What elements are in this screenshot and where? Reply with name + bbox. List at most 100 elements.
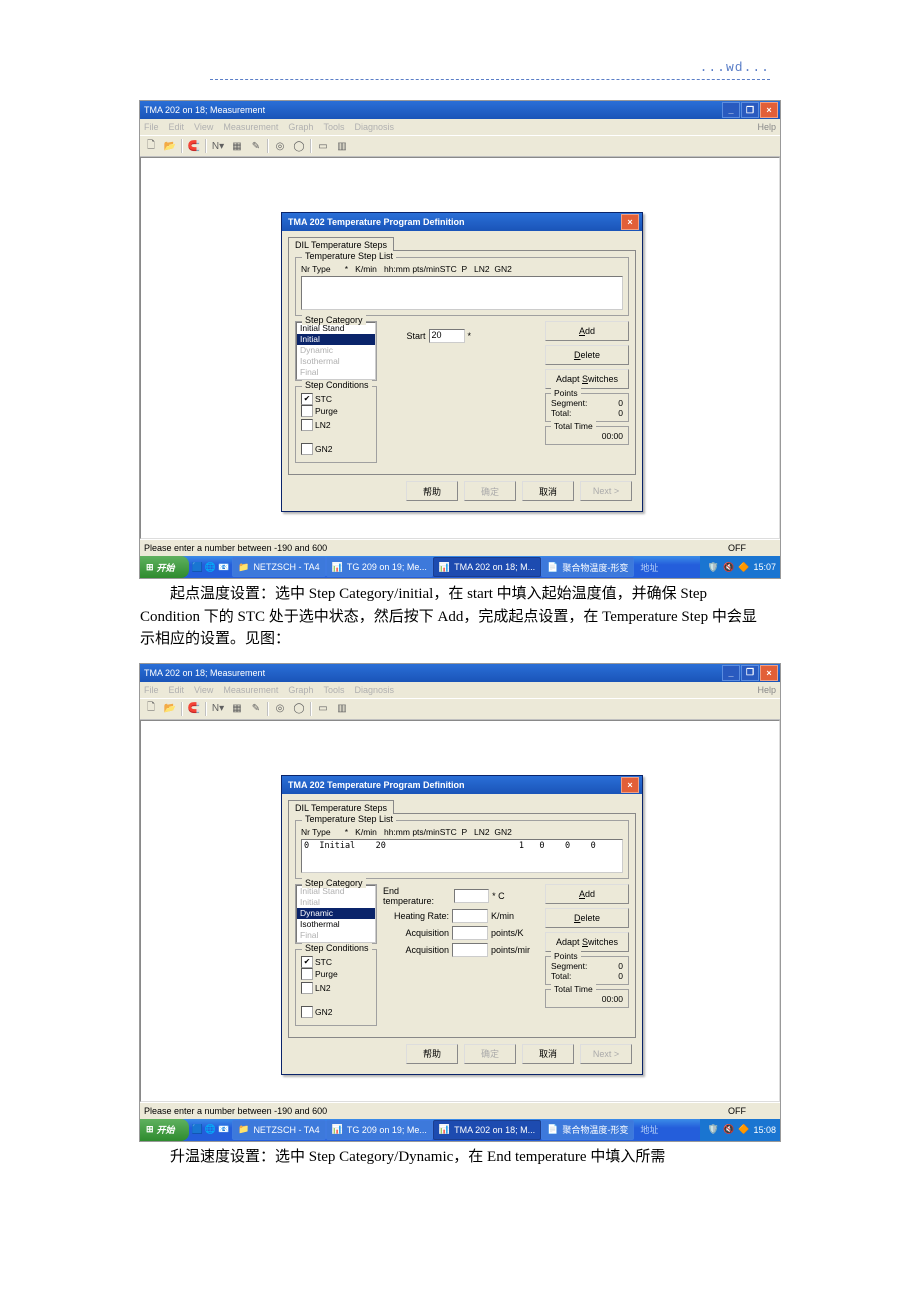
stop-icon[interactable]: ◯	[290, 137, 308, 155]
menu-diagnosis[interactable]: Diagnosis	[354, 685, 394, 695]
edit-icon[interactable]: ✎	[247, 700, 265, 718]
open-icon[interactable]: 📂	[161, 700, 179, 718]
view1-icon[interactable]: ▭	[314, 700, 332, 718]
start-input[interactable]: 20	[429, 329, 465, 343]
new-icon[interactable]: 🗋	[142, 700, 160, 718]
cat-initial[interactable]: Initial	[297, 334, 375, 345]
tray-icon[interactable]: 🛡️	[708, 562, 719, 573]
tray-icon[interactable]: 🔇	[723, 562, 734, 573]
minimize-icon[interactable]: _	[722, 665, 740, 681]
cancel-button[interactable]: 取消	[522, 1044, 574, 1064]
open-icon[interactable]: 📂	[161, 137, 179, 155]
menu-view[interactable]: View	[194, 685, 213, 695]
start-button[interactable]: ⊞ 开始	[140, 556, 189, 578]
menu-tools[interactable]: Tools	[323, 685, 344, 695]
tray-icon[interactable]: 🔶	[738, 1124, 749, 1135]
ok-button[interactable]: 确定	[464, 481, 516, 501]
task-item[interactable]: 📁NETZSCH - TA4	[232, 557, 325, 577]
ql-icon[interactable]: 📧	[218, 1124, 229, 1135]
adapt-switches-button[interactable]: Adapt Switches	[545, 932, 629, 952]
gn2-checkbox[interactable]: GN2	[301, 443, 332, 455]
cat-dynamic[interactable]: Dynamic	[297, 908, 375, 919]
edit-icon[interactable]: ✎	[247, 137, 265, 155]
next-button[interactable]: Next >	[580, 481, 632, 501]
step-list[interactable]	[301, 276, 623, 310]
menu-file[interactable]: File	[144, 122, 159, 132]
task-item[interactable]: 📄聚合物温度-形变	[541, 1120, 634, 1140]
ln2-checkbox[interactable]: LN2	[301, 982, 331, 994]
task-item[interactable]: 📊TMA 202 on 18; M...	[433, 1120, 541, 1140]
step-category-list[interactable]: Initial Stand Initial Dynamic Isothermal…	[296, 322, 376, 380]
tab-dil-steps[interactable]: DIL Temperature Steps	[288, 237, 394, 251]
stc-checkbox[interactable]: ✔STC	[301, 956, 332, 968]
cat-final[interactable]: Final	[297, 930, 375, 941]
menu-tools[interactable]: Tools	[323, 122, 344, 132]
stc-checkbox[interactable]: ✔STC	[301, 393, 332, 405]
menu-view[interactable]: View	[194, 122, 213, 132]
ok-button[interactable]: 确定	[464, 1044, 516, 1064]
menu-measurement[interactable]: Measurement	[223, 122, 278, 132]
menu-graph[interactable]: Graph	[288, 685, 313, 695]
help-button[interactable]: 帮助	[406, 481, 458, 501]
acq-min-input[interactable]	[452, 943, 488, 957]
menu-help[interactable]: Help	[757, 122, 776, 132]
heating-rate-input[interactable]	[452, 909, 488, 923]
tool-icon[interactable]: 🧲	[185, 137, 203, 155]
next-button[interactable]: Next >	[580, 1044, 632, 1064]
dialog-close-icon[interactable]: ×	[621, 214, 639, 230]
tool-icon[interactable]: 🧲	[185, 700, 203, 718]
stop-icon[interactable]: ◯	[290, 700, 308, 718]
step-list[interactable]: 0 Initial 20 1 0 0 0	[301, 839, 623, 873]
menu-graph[interactable]: Graph	[288, 122, 313, 132]
menu-measurement[interactable]: Measurement	[223, 685, 278, 695]
purge-checkbox[interactable]: Purge	[301, 968, 338, 980]
ln2-checkbox[interactable]: LN2	[301, 419, 331, 431]
ql-icon[interactable]: 🟦	[192, 562, 203, 573]
target-icon[interactable]: ◎	[271, 700, 289, 718]
add-button[interactable]: Add	[545, 321, 629, 341]
cat-isothermal[interactable]: Isothermal	[297, 356, 375, 367]
menu-diagnosis[interactable]: Diagnosis	[354, 122, 394, 132]
task-item[interactable]: 📄聚合物温度-形变	[541, 557, 634, 577]
maximize-icon[interactable]: ❐	[741, 665, 759, 681]
start-button[interactable]: ⊞ 开始	[140, 1119, 189, 1141]
cat-dynamic[interactable]: Dynamic	[297, 345, 375, 356]
menu-edit[interactable]: Edit	[169, 685, 185, 695]
task-item[interactable]: 📊TMA 202 on 18; M...	[433, 557, 541, 577]
target-icon[interactable]: ◎	[271, 137, 289, 155]
task-item[interactable]: 📊TG 209 on 19; Me...	[326, 557, 433, 577]
tray-icon[interactable]: 🔇	[723, 1124, 734, 1135]
end-temp-input[interactable]	[454, 889, 489, 903]
system-tray[interactable]: 🛡️ 🔇 🔶 15:08	[700, 1119, 780, 1141]
cat-initial[interactable]: Initial	[297, 897, 375, 908]
view1-icon[interactable]: ▭	[314, 137, 332, 155]
purge-checkbox[interactable]: Purge	[301, 405, 338, 417]
system-tray[interactable]: 🛡️ 🔇 🔶 15:07	[700, 556, 780, 578]
delete-button[interactable]: Delete	[545, 908, 629, 928]
tray-icon[interactable]: 🔶	[738, 562, 749, 573]
task-item[interactable]: 📁NETZSCH - TA4	[232, 1120, 325, 1140]
close-icon[interactable]: ×	[760, 665, 778, 681]
ql-icon[interactable]: 🌐	[205, 562, 216, 573]
tab-dil-steps[interactable]: DIL Temperature Steps	[288, 800, 394, 814]
gn2-checkbox[interactable]: GN2	[301, 1006, 332, 1018]
ql-icon[interactable]: 🟦	[192, 1124, 203, 1135]
tray-icon[interactable]: 🛡️	[708, 1124, 719, 1135]
adapt-switches-button[interactable]: Adapt Switches	[545, 369, 629, 389]
ql-icon[interactable]: 🌐	[205, 1124, 216, 1135]
help-button[interactable]: 帮助	[406, 1044, 458, 1064]
cat-final[interactable]: Final	[297, 367, 375, 378]
menu-help[interactable]: Help	[757, 685, 776, 695]
nav-icon[interactable]: N▾	[209, 700, 227, 718]
ql-icon[interactable]: 📧	[218, 562, 229, 573]
menu-file[interactable]: File	[144, 685, 159, 695]
close-icon[interactable]: ×	[760, 102, 778, 118]
menu-edit[interactable]: Edit	[169, 122, 185, 132]
cat-isothermal[interactable]: Isothermal	[297, 919, 375, 930]
add-button[interactable]: Add	[545, 884, 629, 904]
view2-icon[interactable]: ▥	[333, 700, 351, 718]
view2-icon[interactable]: ▥	[333, 137, 351, 155]
delete-button[interactable]: Delete	[545, 345, 629, 365]
new-icon[interactable]: 🗋	[142, 137, 160, 155]
step-category-list[interactable]: Initial Stand Initial Dynamic Isothermal…	[296, 885, 376, 943]
